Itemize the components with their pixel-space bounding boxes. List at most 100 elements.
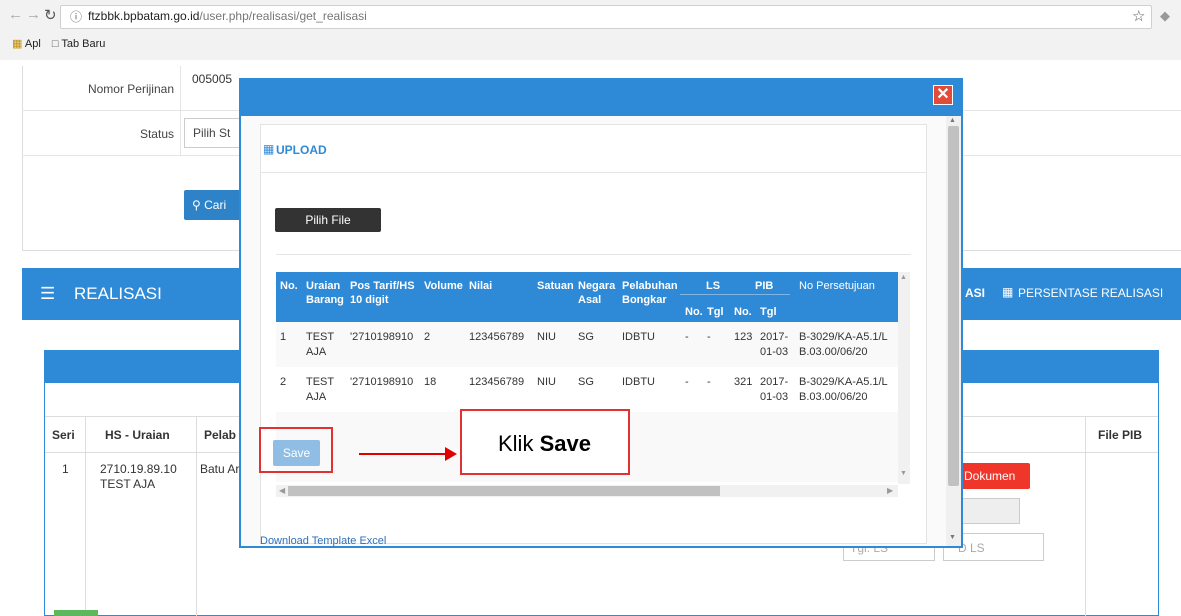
url-path: /user.php/realisasi/get_realisasi xyxy=(199,9,367,23)
cell-uraian: TEST AJA xyxy=(306,331,334,358)
divider xyxy=(1085,416,1086,616)
modal-header xyxy=(241,80,961,116)
cell-nilai: 123456789 xyxy=(469,331,525,343)
scroll-right-icon[interactable]: ▶ xyxy=(887,486,893,495)
col-pelab: Pelab xyxy=(204,428,237,442)
upload-title: UPLOAD xyxy=(276,143,327,157)
row-seri: 1 xyxy=(62,462,69,476)
bookmarks-bar: ▦ Apl □ Tab Baru xyxy=(12,37,105,50)
pilih-file-button[interactable]: Pilih File xyxy=(275,208,381,232)
th-volume: Volume xyxy=(424,280,463,292)
cell-persetujuan: B-3029/KA-A5.1/LB.03.00/06/20 xyxy=(799,376,888,403)
extension-icon[interactable]: ◆ xyxy=(1160,8,1170,24)
download-template-link[interactable]: Download Template Excel xyxy=(260,535,386,547)
cell-negara: SG xyxy=(578,376,594,388)
row-uraian: TEST AJA xyxy=(100,477,156,491)
th-uraian: Uraian Barang xyxy=(306,280,344,306)
grid-icon: ▦ xyxy=(263,142,275,156)
cell-pelabuhan: IDBTU xyxy=(622,331,655,343)
list-icon: ☰ xyxy=(40,284,56,303)
tab-persentase[interactable]: PERSENTASE REALISASI xyxy=(1018,286,1163,300)
cell-no: 2 xyxy=(280,376,287,388)
th-ls-no: No. xyxy=(685,306,703,318)
upload-dokumen-button[interactable]: Dokumen xyxy=(958,463,1030,489)
dokumen-label: Dokumen xyxy=(964,469,1016,483)
th-satuan: Satuan xyxy=(537,280,574,292)
annotation-bold: Save xyxy=(539,431,591,456)
th-pib: PIB xyxy=(755,280,774,292)
cell-no: 1 xyxy=(280,331,287,343)
url-host: ftzbbk.bpbatam.go.id xyxy=(88,9,200,23)
annotation-text: Klik Save xyxy=(498,431,591,457)
annotation-arrowhead xyxy=(445,447,457,461)
modal-scroll-thumb[interactable] xyxy=(948,126,959,486)
col-file-pib: File PIB xyxy=(1098,428,1143,442)
cell-pelabuhan: IDBTU xyxy=(622,376,655,388)
cell-pos: '2710198910 xyxy=(350,376,414,388)
th-negara: Negara Asal xyxy=(578,280,616,306)
realisasi-title: REALISASI xyxy=(74,284,162,303)
green-button-partial[interactable] xyxy=(54,610,98,616)
star-icon[interactable]: ☆ xyxy=(1132,7,1145,25)
th-pib-no: No. xyxy=(734,306,752,318)
cell-uraian: TEST AJA xyxy=(306,376,334,403)
reload-icon[interactable]: ↻ xyxy=(44,6,57,24)
file-input-box[interactable] xyxy=(958,498,1020,524)
th-ls: LS xyxy=(706,280,721,292)
cell-satuan: NIU xyxy=(537,331,556,343)
scroll-left-icon[interactable]: ◀ xyxy=(279,486,285,495)
divider xyxy=(260,172,927,173)
cell-ls-no: - xyxy=(685,376,689,388)
th-no-persetujuan: No Persetujuan xyxy=(799,280,875,292)
nomor-value: 005005 xyxy=(192,72,233,86)
cell-negara: SG xyxy=(578,331,594,343)
table-vertical-scrollbar[interactable] xyxy=(898,272,910,484)
cell-ls-tgl: - xyxy=(707,376,711,388)
divider xyxy=(85,416,86,616)
status-label: Status xyxy=(139,127,174,141)
cell-pib-no: 321 xyxy=(734,376,753,388)
cell-persetujuan: B-3029/KA-A5.1/LB.03.00/06/20 xyxy=(799,331,888,358)
cell-nilai: 123456789 xyxy=(469,376,525,388)
close-icon[interactable]: ✕ xyxy=(933,85,953,105)
cari-button[interactable]: ⚲ Cari xyxy=(184,190,244,220)
cell-ls-tgl: - xyxy=(707,331,711,343)
grid-icon: ▦ xyxy=(1002,285,1014,299)
scroll-down-icon[interactable]: ▼ xyxy=(949,534,956,541)
th-nilai: Nilai xyxy=(469,280,493,292)
th-pelabuhan: Pelabuhan Bongkar xyxy=(622,280,678,306)
bookmark-tab-baru[interactable]: Tab Baru xyxy=(61,38,105,50)
col-hs-uraian: HS - Uraian xyxy=(105,428,170,442)
apps-icon[interactable]: ▦ xyxy=(12,38,22,50)
info-icon[interactable]: ⓘ xyxy=(70,8,82,25)
cell-pib-tgl: 2017-01-03 xyxy=(760,331,789,358)
cell-pos: '2710198910 xyxy=(350,331,414,343)
th-no: No. xyxy=(280,280,298,292)
divider xyxy=(680,294,790,295)
scroll-up-icon[interactable]: ▲ xyxy=(900,274,907,281)
cell-satuan: NIU xyxy=(537,376,556,388)
back-icon[interactable]: ← xyxy=(8,6,23,23)
cell-ls-no: - xyxy=(685,331,689,343)
page-icon: □ xyxy=(51,38,59,50)
nomor-label: Nomor Perijinan xyxy=(87,82,174,96)
cell-pib-no: 123 xyxy=(734,331,753,343)
cell-pib-tgl: 2017-01-03 xyxy=(760,376,789,403)
divider xyxy=(196,416,197,616)
cell-volume: 2 xyxy=(424,331,431,343)
divider xyxy=(180,66,181,155)
tab-realisasi-partial[interactable]: ASI xyxy=(965,286,985,300)
col-seri: Seri xyxy=(52,428,75,442)
bookmark-apl[interactable]: Apl xyxy=(25,38,41,50)
divider xyxy=(276,254,911,255)
save-highlight-box xyxy=(259,427,333,473)
table-horizontal-scroll-thumb[interactable] xyxy=(288,486,720,496)
annotation-arrow xyxy=(359,453,447,455)
scroll-down-icon[interactable]: ▼ xyxy=(900,470,907,477)
scroll-up-icon[interactable]: ▲ xyxy=(949,117,956,124)
status-select-value: Pilih St xyxy=(193,126,231,140)
cari-label: Cari xyxy=(204,198,227,212)
row-hs: 2710.19.89.10 xyxy=(100,462,177,476)
annotation-prefix: Klik xyxy=(498,431,534,456)
forward-icon[interactable]: → xyxy=(26,6,41,23)
